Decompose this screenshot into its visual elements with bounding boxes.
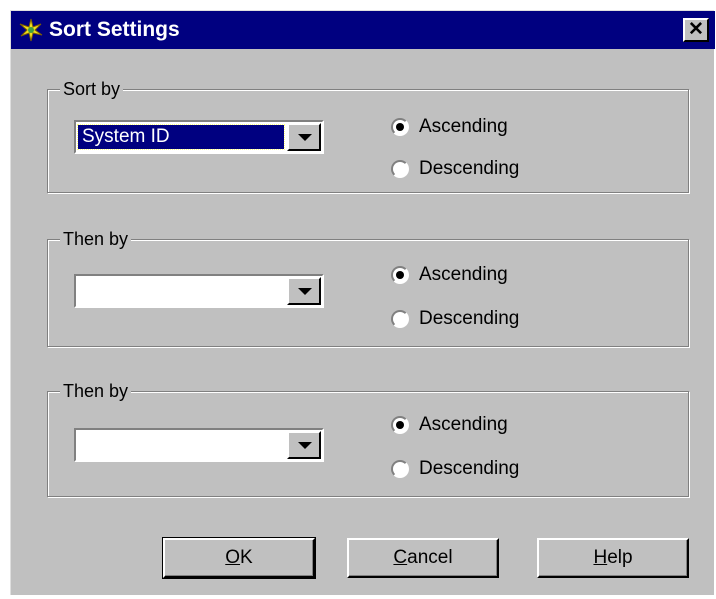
dropdown-button[interactable]	[287, 431, 321, 459]
then-by-group-1: Then by Ascending Descending	[47, 227, 689, 347]
radio-button[interactable]	[391, 416, 409, 434]
ok-mnemonic: O	[225, 547, 241, 568]
ascending-label: Ascending	[419, 116, 508, 137]
chevron-down-icon	[298, 442, 312, 449]
then-by-group-2: Then by Ascending Descending	[47, 379, 689, 497]
combo-value	[78, 279, 284, 303]
radio-selected-dot	[396, 271, 404, 279]
descending-radio[interactable]: Descending	[391, 154, 519, 184]
cancel-label-rest: ancel	[407, 547, 453, 568]
descending-label: Descending	[419, 158, 520, 179]
chevron-down-icon	[298, 288, 312, 295]
dialog-title: Sort Settings	[49, 18, 180, 41]
help-button[interactable]: Help	[537, 538, 689, 578]
group-legend: Sort by	[60, 77, 124, 101]
close-icon: ✕	[688, 19, 704, 40]
descending-radio[interactable]: Descending	[391, 454, 519, 484]
chevron-down-icon	[298, 134, 312, 141]
combo-value: System ID	[77, 124, 285, 150]
descending-label: Descending	[419, 458, 520, 479]
dropdown-button[interactable]	[287, 123, 321, 151]
combo-value	[78, 433, 284, 457]
help-mnemonic: H	[593, 547, 608, 568]
then-by-combo-1[interactable]	[74, 274, 324, 308]
descending-label: Descending	[419, 308, 520, 329]
dropdown-button[interactable]	[287, 277, 321, 305]
cancel-button[interactable]: Cancel	[347, 538, 499, 578]
group-legend: Then by	[60, 227, 132, 251]
group-legend: Then by	[60, 379, 132, 403]
radio-button[interactable]	[391, 460, 409, 478]
ascending-radio[interactable]: Ascending	[391, 112, 508, 142]
radio-selected-dot	[396, 421, 404, 429]
ascending-label: Ascending	[419, 414, 508, 435]
sort-settings-dialog: Sort Settings ✕ Sort by System ID Ascend…	[10, 10, 715, 595]
ok-label-rest: K	[240, 547, 253, 568]
cancel-mnemonic: C	[393, 547, 408, 568]
ascending-radio[interactable]: Ascending	[391, 260, 508, 290]
radio-button[interactable]	[391, 160, 409, 178]
radio-button[interactable]	[391, 118, 409, 136]
radio-selected-dot	[396, 123, 404, 131]
sort-by-group: Sort by System ID Ascending Descending	[47, 77, 689, 193]
title-bar[interactable]: Sort Settings ✕	[11, 11, 715, 49]
ascending-label: Ascending	[419, 264, 508, 285]
sparkle-icon	[19, 18, 43, 42]
sort-by-combo[interactable]: System ID	[74, 120, 324, 154]
ascending-radio[interactable]: Ascending	[391, 410, 508, 440]
help-label-rest: elp	[607, 547, 633, 568]
ok-button[interactable]: OK	[162, 537, 316, 579]
radio-button[interactable]	[391, 310, 409, 328]
descending-radio[interactable]: Descending	[391, 304, 519, 334]
then-by-combo-2[interactable]	[74, 428, 324, 462]
close-button[interactable]: ✕	[683, 18, 709, 42]
radio-button[interactable]	[391, 266, 409, 284]
